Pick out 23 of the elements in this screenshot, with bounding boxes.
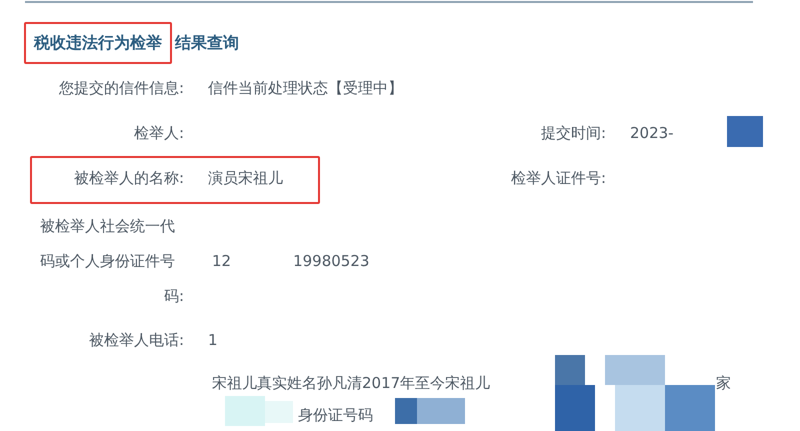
field-value: 信件当前处理状态【受理中】	[207, 78, 404, 100]
redaction-mosaic	[395, 398, 465, 424]
field-value: 2023-	[629, 123, 674, 144]
description-text: 家	[716, 372, 731, 394]
field-label: 被检举人电话:	[88, 330, 185, 352]
description-text: 身份证号码	[298, 404, 373, 426]
field-label: 被检举人的名称:	[72, 168, 185, 190]
field-value: 1	[207, 330, 218, 352]
page-title-highlighted: 税收违法行为检举	[24, 22, 172, 64]
field-label: 提交时间:	[540, 123, 607, 144]
redaction-mosaic	[225, 396, 295, 426]
page-title: 结果查询	[175, 32, 239, 54]
field-label: 检举人证件号:	[510, 168, 607, 190]
redaction-block	[727, 116, 763, 147]
field-value: 19980523	[293, 251, 370, 272]
field-label: 码:	[162, 286, 185, 307]
description-text: 宋祖儿真实姓名孙凡清2017年至今宋祖儿	[212, 372, 492, 394]
field-label: 被检举人社会统一代	[39, 216, 176, 237]
field-value: 演员宋祖儿	[207, 168, 284, 190]
field-label: 检举人:	[132, 123, 185, 144]
field-label: 您提交的信件信息:	[58, 78, 185, 100]
field-label: 码或个人身份证件号	[39, 251, 176, 272]
field-value: 12	[212, 251, 232, 272]
